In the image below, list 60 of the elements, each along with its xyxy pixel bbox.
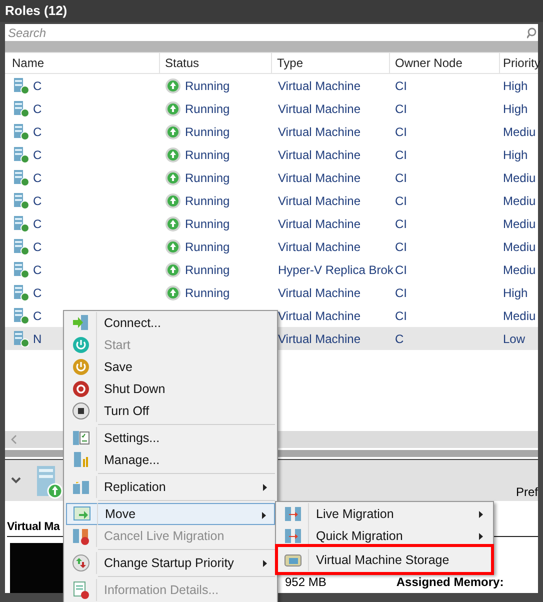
table-cell-text: CI	[394, 102, 408, 116]
table-cell-text: C	[394, 332, 405, 346]
table-cell: C	[33, 102, 42, 116]
table-cell: C	[33, 170, 42, 184]
table-cell-text: High	[502, 78, 529, 92]
table-cell: C	[33, 240, 42, 254]
table-cell-text: High	[502, 102, 529, 116]
table-cell-text: Virtual Machine	[277, 240, 362, 254]
table-cell-text: Virtual Machine	[277, 78, 362, 92]
table-cell-text: CI	[394, 216, 408, 230]
table-cell-text: CI	[394, 194, 408, 208]
table-cell-text: Mediu	[502, 262, 537, 276]
table-cell-text: CI	[394, 78, 408, 92]
table-cell: Running	[185, 124, 230, 138]
table-cell: Running	[185, 216, 230, 230]
table-cell: Running	[185, 194, 230, 208]
table-cell: C	[33, 216, 42, 230]
details-label: Pref	[516, 484, 538, 498]
memory-value: 952 MB	[285, 575, 326, 591]
table-cell: C	[33, 124, 42, 138]
table-cell-text: CI	[394, 170, 408, 184]
table-cell: C	[33, 194, 42, 208]
table-cell-text: Mediu	[502, 308, 537, 322]
table-cell-text: Virtual Machine	[277, 148, 362, 162]
table-cell: C	[33, 308, 42, 322]
table-cell-text: Mediu	[502, 240, 537, 254]
table-cell-text: CI	[394, 124, 408, 138]
table-cell: C	[33, 148, 42, 162]
table-cell-text: Mediu	[502, 194, 537, 208]
table-cell: Running	[185, 148, 230, 162]
memory-label: Assigned Memory:	[396, 575, 504, 591]
table-cell-text: Virtual Machine	[277, 194, 362, 208]
table-cell-text: High	[502, 148, 529, 162]
table-cell: C	[33, 78, 42, 92]
table-cell-text: Mediu	[502, 216, 537, 230]
table-cell: Running	[185, 240, 230, 254]
table-cell-text: Virtual Machine	[277, 216, 362, 230]
table-cell-text: Virtual Machine	[277, 124, 362, 138]
table-cell: Running	[185, 78, 230, 92]
table-cell: C	[33, 262, 42, 276]
pane-title: Roles (12)	[0, 0, 543, 22]
table-cell-text: Virtual Machine	[277, 286, 362, 300]
table-cell: Running	[185, 286, 230, 300]
table-cell: N	[33, 332, 42, 346]
table-cell-text: High	[502, 286, 529, 300]
table-cell: Running	[185, 262, 230, 276]
table-cell: C	[33, 286, 42, 300]
table-cell: Running	[185, 102, 230, 116]
table-cell-text: CI	[394, 286, 408, 300]
table-cell-text: CI	[394, 308, 408, 322]
table-cell-text: Virtual Machine	[277, 102, 362, 116]
table-cell-text: CI	[394, 148, 408, 162]
table-cell-text: Virtual Machine	[277, 332, 362, 346]
table-cell-text: Low	[502, 332, 526, 346]
table-cell-text: Virtual Machine	[277, 308, 362, 322]
table-cell-text: Virtual Machine	[277, 170, 362, 184]
table-cell-text: CI	[394, 240, 408, 254]
table-cell-text: Mediu	[502, 124, 537, 138]
table-cell: Running	[185, 170, 230, 184]
table-cell-text: Mediu	[502, 170, 537, 184]
